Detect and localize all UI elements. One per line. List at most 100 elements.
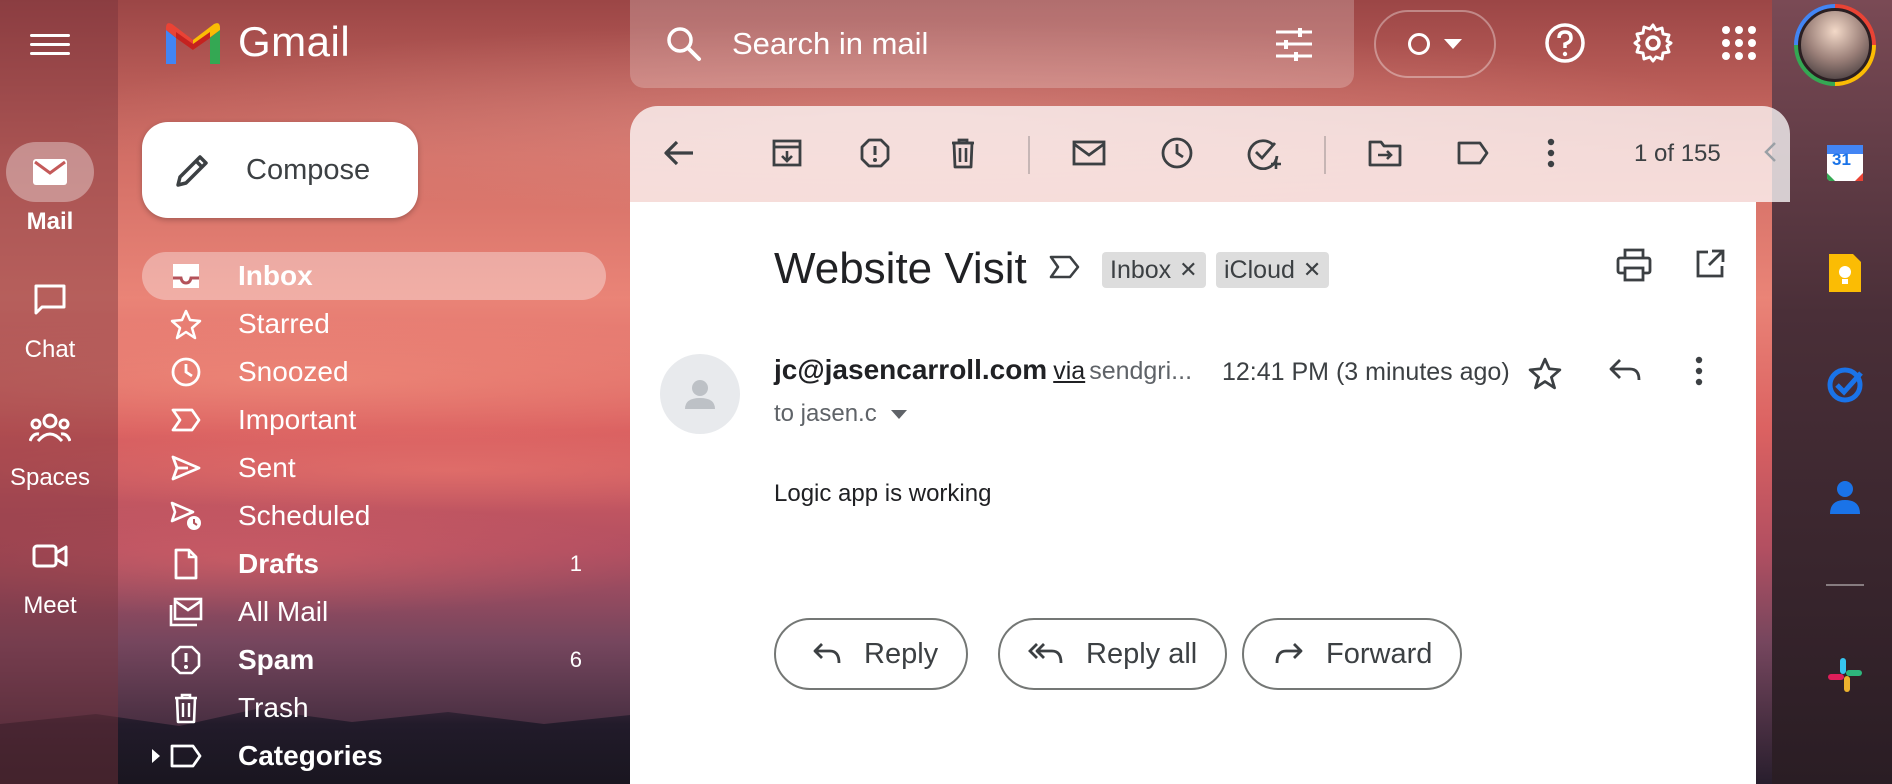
nav-item-snoozed[interactable]: Snoozed [142, 348, 606, 396]
message-body: Logic app is working [774, 480, 992, 507]
meet-icon [32, 544, 68, 568]
report-spam-button[interactable] [852, 130, 898, 176]
label-chip-inbox[interactable]: Inbox ✕ [1102, 252, 1206, 288]
label-chip-text: Inbox [1110, 255, 1172, 284]
mail-icon [33, 159, 67, 185]
expand-arrow-icon[interactable] [152, 749, 160, 763]
important-icon [171, 408, 201, 432]
rail-label: Spaces [9, 464, 91, 491]
nav-item-all-mail[interactable]: All Mail [142, 588, 606, 636]
search-bar[interactable]: Search in mail [630, 0, 1354, 88]
star-icon[interactable] [1528, 356, 1562, 390]
calendar-day: 31 [1832, 150, 1851, 169]
nav-item-starred[interactable]: Starred [142, 300, 606, 348]
via-link[interactable]: via [1053, 357, 1085, 385]
folder-list: Inbox Starred Snoozed Important Sent Sch… [142, 252, 606, 780]
nav-label: All Mail [238, 596, 329, 627]
rail-item-chat[interactable]: Chat [0, 270, 100, 364]
nav-label: Scheduled [238, 500, 371, 531]
spam-icon [860, 138, 890, 168]
more-vert-icon[interactable] [1694, 356, 1704, 386]
sender-avatar[interactable] [660, 354, 740, 434]
nav-label: Spam [238, 644, 315, 675]
chevron-down-icon [1444, 39, 1462, 49]
search-input[interactable]: Search in mail [732, 26, 1274, 62]
mail-icon [1072, 140, 1106, 166]
forward-button[interactable]: Forward [1242, 618, 1463, 690]
main-menu-icon[interactable] [30, 28, 70, 58]
side-app-tasks[interactable] [1822, 362, 1868, 408]
open-in-new-window-icon[interactable] [1694, 248, 1726, 280]
print-icon[interactable] [1616, 248, 1652, 282]
trash-icon [175, 693, 197, 724]
mark-unread-button[interactable] [1066, 130, 1112, 176]
nav-item-categories[interactable]: Categories [142, 732, 606, 780]
message-time: 12:41 PM (3 minutes ago) [1222, 358, 1510, 386]
importance-marker-icon[interactable] [1048, 254, 1082, 280]
message-view: Website Visit Inbox ✕ iCloud ✕ jc@jasenc… [630, 202, 1756, 784]
clock-icon [1161, 137, 1193, 169]
account-avatar[interactable] [1794, 4, 1876, 86]
unread-count: 6 [569, 647, 582, 672]
label-chip-text: iCloud [1224, 255, 1295, 284]
chevron-left-icon[interactable] [1762, 140, 1778, 164]
close-icon[interactable]: ✕ [1303, 257, 1321, 283]
sender-email[interactable]: jc@jasencarroll.com [774, 354, 1047, 385]
nav-item-sent[interactable]: Sent [142, 444, 606, 492]
google-apps-button[interactable] [1716, 20, 1762, 66]
nav-item-drafts[interactable]: Drafts 1 [142, 540, 606, 588]
support-button[interactable] [1542, 20, 1588, 66]
nav-label: Trash [238, 692, 309, 723]
compose-button[interactable]: Compose [142, 122, 418, 218]
forward-label: Forward [1326, 637, 1433, 670]
delete-button[interactable] [940, 130, 986, 176]
nav-item-important[interactable]: Important [142, 396, 606, 444]
label-icon [1457, 141, 1489, 165]
reply-icon[interactable] [1608, 356, 1642, 386]
nav-item-spam[interactable]: Spam 6 [142, 636, 606, 684]
reply-button[interactable]: Reply [774, 618, 969, 690]
reply-all-button[interactable]: Reply all [998, 618, 1228, 690]
spam-icon [171, 645, 201, 675]
reply-label: Reply [864, 637, 939, 670]
snooze-button[interactable] [1154, 130, 1200, 176]
side-app-contacts[interactable] [1822, 474, 1868, 520]
person-icon [685, 380, 715, 409]
labels-button[interactable] [1450, 130, 1496, 176]
nav-item-inbox[interactable]: Inbox [142, 252, 606, 300]
draft-icon [174, 548, 198, 580]
recipients-text: to jasen.c [774, 400, 877, 427]
search-options-icon[interactable] [1274, 27, 1314, 61]
settings-button[interactable] [1630, 20, 1676, 66]
nav-item-trash[interactable]: Trash [142, 684, 606, 732]
close-icon[interactable]: ✕ [1179, 257, 1197, 283]
side-app-keep[interactable] [1822, 250, 1868, 296]
send-icon [171, 455, 201, 481]
rail-item-mail[interactable]: Mail [0, 142, 100, 236]
add-to-tasks-button[interactable] [1242, 130, 1288, 176]
star-icon [170, 309, 202, 340]
pagination-text: 1 of 155 [1634, 140, 1721, 167]
unread-count: 1 [569, 551, 582, 576]
more-options-button[interactable] [1528, 130, 1574, 176]
gmail-logo[interactable]: Gmail [162, 18, 350, 66]
help-icon [1545, 23, 1585, 63]
archive-button[interactable] [764, 130, 810, 176]
rail-item-meet[interactable]: Meet [0, 526, 100, 620]
rail-item-spaces[interactable]: Spaces [0, 398, 100, 492]
chat-icon [34, 284, 66, 315]
keep-icon [1829, 254, 1861, 292]
search-icon[interactable] [666, 26, 702, 62]
label-chip-icloud[interactable]: iCloud ✕ [1216, 252, 1330, 288]
move-to-button[interactable] [1362, 130, 1408, 176]
side-app-slack[interactable] [1822, 652, 1868, 698]
nav-item-scheduled[interactable]: Scheduled [142, 492, 606, 540]
message-toolbar: 1 of 155 [630, 106, 1790, 202]
pencil-icon [176, 155, 208, 187]
via-domain: sendgri... [1089, 357, 1193, 385]
status-circle-icon [1408, 33, 1430, 55]
status-selector[interactable] [1374, 10, 1496, 78]
folder-move-icon [1368, 140, 1402, 167]
back-button[interactable] [656, 130, 702, 176]
recipients-toggle[interactable]: to jasen.c [774, 400, 907, 428]
